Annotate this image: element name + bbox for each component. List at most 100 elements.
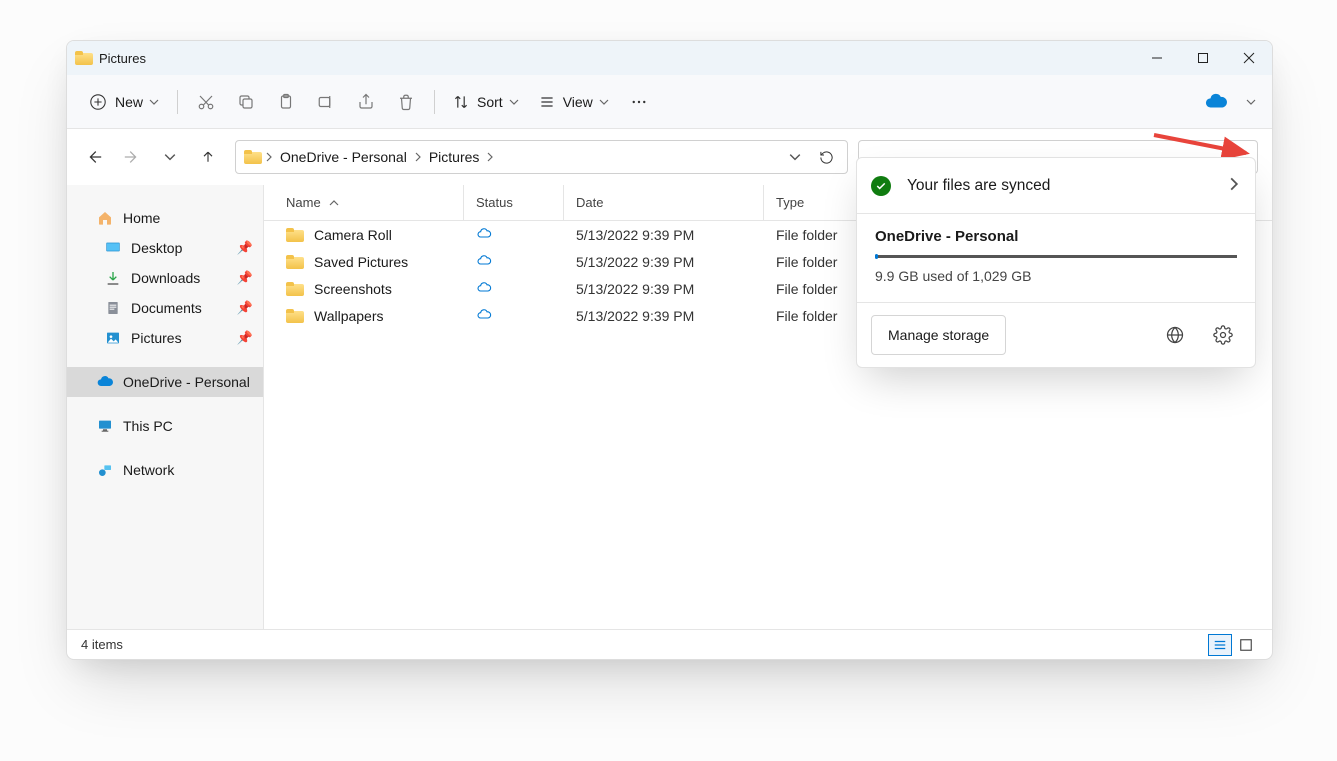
picture-icon — [105, 330, 121, 346]
sort-button[interactable]: Sort — [443, 84, 529, 120]
forward-button[interactable] — [115, 140, 149, 174]
onedrive-chevron-button[interactable] — [1236, 84, 1260, 120]
more-button[interactable] — [619, 84, 659, 120]
onedrive-icon — [97, 374, 113, 390]
share-button[interactable] — [346, 84, 386, 120]
cut-button[interactable] — [186, 84, 226, 120]
column-header-label: Type — [776, 195, 804, 210]
address-bar[interactable]: OneDrive - Personal Pictures — [235, 140, 848, 174]
file-status — [464, 225, 564, 244]
new-button[interactable]: New — [79, 84, 169, 120]
chevron-right-icon — [1227, 177, 1241, 194]
manage-storage-button[interactable]: Manage storage — [871, 315, 1006, 355]
folder-icon — [244, 150, 262, 164]
check-circle-icon — [871, 176, 891, 196]
chevron-down-icon — [599, 97, 609, 107]
column-header-name[interactable]: Name — [264, 185, 464, 220]
delete-button[interactable] — [386, 84, 426, 120]
status-text: 4 items — [81, 637, 123, 652]
sidebar-item-label: Documents — [131, 300, 202, 316]
column-header-label: Date — [576, 195, 603, 210]
desktop-icon — [105, 240, 121, 256]
onedrive-flyout: Your files are synced OneDrive - Persona… — [856, 157, 1256, 368]
folder-icon — [286, 255, 304, 269]
file-date: 5/13/2022 9:39 PM — [564, 254, 764, 270]
details-view-button[interactable] — [1208, 634, 1232, 656]
separator — [177, 90, 178, 114]
maximize-button[interactable] — [1180, 41, 1226, 75]
chevron-right-icon — [411, 152, 425, 162]
titlebar: Pictures — [67, 41, 1272, 75]
file-status — [464, 252, 564, 271]
rename-button[interactable] — [306, 84, 346, 120]
sidebar-item-label: Downloads — [131, 270, 200, 286]
sidebar-item-documents[interactable]: Documents 📌 — [67, 293, 263, 323]
new-button-label: New — [115, 94, 143, 110]
thumbnails-view-button[interactable] — [1234, 634, 1258, 656]
sidebar-item-label: This PC — [123, 418, 173, 434]
pin-icon: 📌 — [237, 270, 253, 286]
onedrive-status-text: Your files are synced — [907, 177, 1050, 195]
folder-icon — [286, 309, 304, 323]
sidebar-item-label: OneDrive - Personal — [123, 374, 250, 390]
column-header-date[interactable]: Date — [564, 185, 764, 220]
onedrive-status-row[interactable]: Your files are synced — [857, 158, 1255, 214]
sidebar-item-onedrive-personal[interactable]: OneDrive - Personal — [67, 367, 263, 397]
column-header-label: Name — [286, 195, 321, 210]
breadcrumb-item[interactable]: Pictures — [425, 141, 484, 173]
sidebar-item-network[interactable]: Network — [67, 455, 263, 485]
file-name: Camera Roll — [314, 227, 392, 243]
chevron-down-icon — [149, 97, 159, 107]
copy-button[interactable] — [226, 84, 266, 120]
sidebar-item-downloads[interactable]: Downloads 📌 — [67, 263, 263, 293]
home-icon — [97, 210, 113, 226]
pc-icon — [97, 418, 113, 434]
download-icon — [105, 270, 121, 286]
pin-icon: 📌 — [237, 300, 253, 316]
paste-button[interactable] — [266, 84, 306, 120]
view-button-label: View — [563, 94, 593, 110]
file-status — [464, 306, 564, 325]
refresh-button[interactable] — [811, 143, 841, 171]
recent-locations-button[interactable] — [153, 140, 187, 174]
folder-icon — [75, 51, 93, 65]
chevron-right-icon — [262, 152, 276, 162]
chevron-right-icon — [483, 152, 497, 162]
back-button[interactable] — [77, 140, 111, 174]
file-date: 5/13/2022 9:39 PM — [564, 308, 764, 324]
onedrive-status-button[interactable] — [1196, 84, 1236, 120]
folder-icon — [286, 228, 304, 242]
breadcrumb-item[interactable]: OneDrive - Personal — [276, 141, 411, 173]
chevron-down-icon — [509, 97, 519, 107]
file-status — [464, 279, 564, 298]
address-history-button[interactable] — [781, 143, 809, 171]
sidebar-item-pictures[interactable]: Pictures📌 — [67, 323, 263, 353]
network-icon — [97, 462, 113, 478]
pin-icon: 📌 — [237, 330, 253, 346]
sort-button-label: Sort — [477, 94, 503, 110]
file-date: 5/13/2022 9:39 PM — [564, 281, 764, 297]
sidebar-item-desktop[interactable]: Desktop📌 — [67, 233, 263, 263]
column-header-status[interactable]: Status — [464, 185, 564, 220]
sidebar-item-label: Desktop — [131, 240, 182, 256]
manage-storage-label: Manage storage — [888, 327, 989, 343]
minimize-button[interactable] — [1134, 41, 1180, 75]
document-icon — [105, 300, 121, 316]
file-date: 5/13/2022 9:39 PM — [564, 227, 764, 243]
sidebar-item-home[interactable]: Home — [67, 203, 263, 233]
storage-bar — [875, 255, 1237, 258]
up-button[interactable] — [191, 140, 225, 174]
navigation-pane: HomeDesktop📌Downloads📌Documents📌Pictures… — [67, 185, 264, 629]
view-button[interactable]: View — [529, 84, 619, 120]
toolbar: New Sort View — [67, 75, 1272, 129]
sidebar-item-this-pc[interactable]: This PC — [67, 411, 263, 441]
open-online-button[interactable] — [1157, 317, 1193, 353]
file-explorer-window: Pictures New — [66, 40, 1273, 660]
sidebar-item-label: Home — [123, 210, 160, 226]
close-button[interactable] — [1226, 41, 1272, 75]
file-name: Screenshots — [314, 281, 392, 297]
folder-icon — [286, 282, 304, 296]
sort-asc-icon — [329, 198, 339, 208]
onedrive-settings-button[interactable] — [1205, 317, 1241, 353]
separator — [434, 90, 435, 114]
